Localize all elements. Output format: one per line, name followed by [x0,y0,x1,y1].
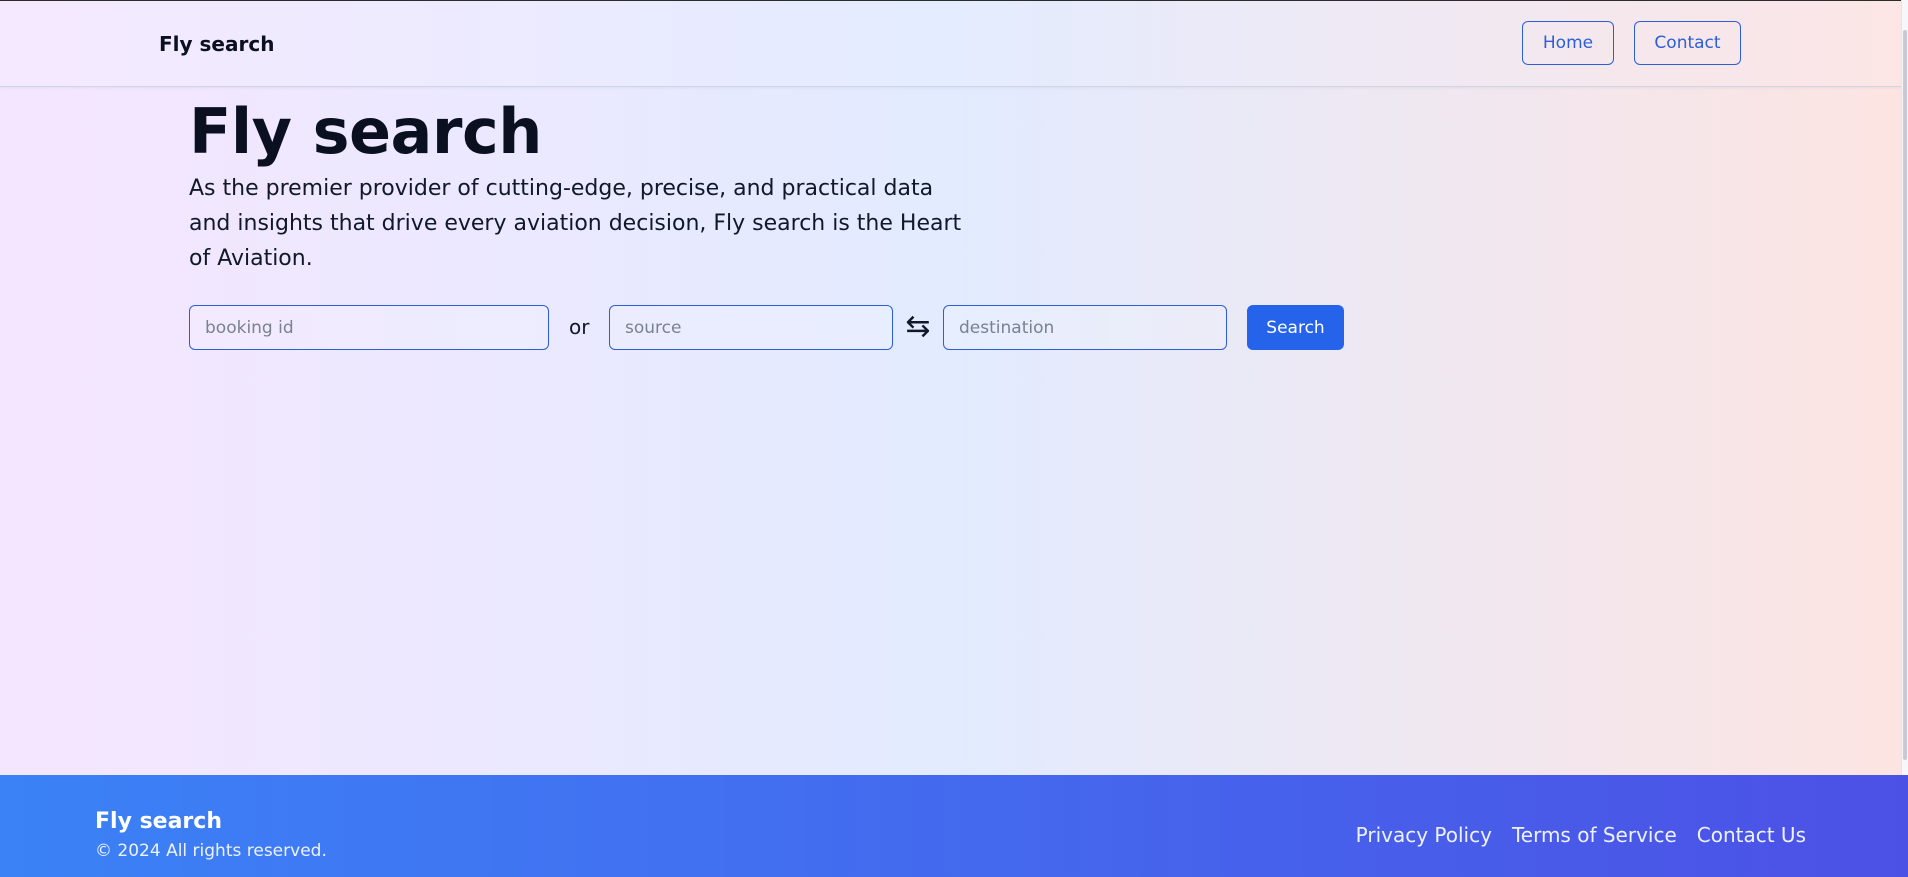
top-navbar: Fly search Home Contact [0,0,1902,87]
footer-brand: Fly search [95,809,222,834]
contact-us-link[interactable]: Contact Us [1697,823,1806,847]
privacy-policy-link[interactable]: Privacy Policy [1356,823,1492,847]
terms-of-service-link[interactable]: Terms of Service [1512,823,1677,847]
footer-links: Privacy Policy Terms of Service Contact … [1356,823,1806,847]
page-footer: Fly search © 2024 All rights reserved. P… [0,775,1908,877]
booking-id-input[interactable] [189,305,549,350]
page-title: Fly search [189,95,542,168]
source-input[interactable] [609,305,893,350]
footer-copyright: © 2024 All rights reserved. [95,841,327,861]
swap-arrows-icon[interactable]: ⇆ [903,310,933,344]
contact-button[interactable]: Contact [1634,21,1741,65]
destination-input[interactable] [943,305,1227,350]
home-button[interactable]: Home [1522,21,1614,65]
search-button[interactable]: Search [1247,305,1344,350]
hero-description: As the premier provider of cutting-edge,… [189,176,962,271]
page-scrollbar[interactable] [1901,0,1908,775]
scrollbar-thumb[interactable] [1903,30,1907,760]
nav-brand[interactable]: Fly search [159,32,274,56]
or-label: or [569,315,590,339]
